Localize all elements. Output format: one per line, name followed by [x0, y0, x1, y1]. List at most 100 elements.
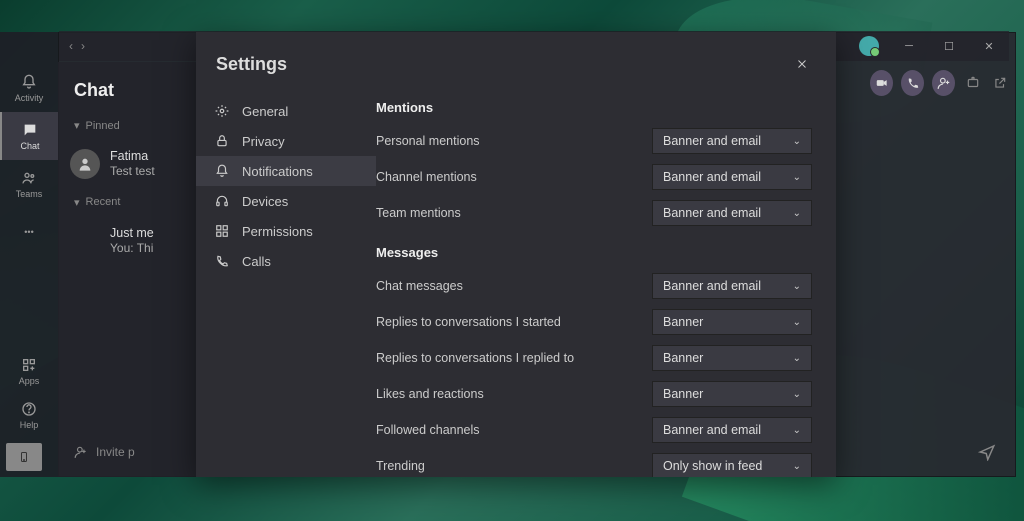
- rail-teams[interactable]: Teams: [0, 160, 58, 208]
- rail-activity-label: Activity: [15, 93, 44, 103]
- chat-entry-preview: You: Thi: [110, 241, 154, 257]
- setting-label: Likes and reactions: [376, 387, 652, 401]
- setting-label: Channel mentions: [376, 170, 652, 184]
- chevron-down-icon: ⌄: [793, 208, 801, 219]
- section-messages: Messages Chat messages Banner and email⌄…: [376, 237, 812, 477]
- close-button[interactable]: [788, 50, 816, 78]
- rail-help[interactable]: Help: [0, 393, 58, 437]
- settings-nav-privacy[interactable]: Privacy: [196, 126, 376, 156]
- rail-activity[interactable]: Activity: [0, 64, 58, 112]
- nav-forward[interactable]: ›: [81, 39, 85, 53]
- setting-label: Replies to conversations I started: [376, 315, 652, 329]
- setting-dropdown[interactable]: Banner and email⌄: [652, 164, 812, 190]
- section-mentions: Mentions Personal mentions Banner and em…: [376, 92, 812, 231]
- setting-dropdown[interactable]: Banner⌄: [652, 381, 812, 407]
- setting-label: Team mentions: [376, 206, 652, 220]
- setting-dropdown[interactable]: Banner⌄: [652, 309, 812, 335]
- rail-apps[interactable]: Apps: [0, 349, 58, 393]
- rail-more[interactable]: •••: [0, 208, 58, 256]
- rail-phone-button[interactable]: [6, 443, 42, 471]
- chevron-down-icon: ⌄: [793, 136, 801, 147]
- settings-nav-calls[interactable]: Calls: [196, 246, 376, 276]
- setting-row: Personal mentions Banner and email⌄: [376, 123, 812, 159]
- chat-entry-name: Just me: [110, 225, 154, 241]
- setting-dropdown[interactable]: Only show in feed⌄: [652, 453, 812, 477]
- chat-entry-name: Fatima: [110, 148, 155, 164]
- chat-icon: [21, 121, 39, 139]
- audio-call-button[interactable]: [901, 70, 924, 96]
- window-maximize[interactable]: ☐: [929, 32, 969, 60]
- settings-modal: Settings General Privacy Notifications D…: [196, 32, 836, 477]
- video-icon: [875, 76, 889, 90]
- setting-label: Chat messages: [376, 279, 652, 293]
- chevron-down-icon: ⌄: [793, 317, 801, 328]
- setting-dropdown[interactable]: Banner and email⌄: [652, 200, 812, 226]
- setting-row: Replies to conversations I replied to Ba…: [376, 340, 812, 376]
- person-add-icon: [937, 76, 951, 90]
- lock-icon: [214, 133, 230, 149]
- phone-icon: [214, 253, 230, 269]
- settings-nav-notifications[interactable]: Notifications: [196, 156, 376, 186]
- setting-label: Replies to conversations I replied to: [376, 351, 652, 365]
- setting-dropdown[interactable]: Banner⌄: [652, 345, 812, 371]
- chevron-down-icon: ⌄: [793, 425, 801, 436]
- phone-icon: [18, 448, 30, 466]
- section-header: Mentions: [376, 92, 812, 123]
- invite-icon: [74, 445, 88, 459]
- video-call-button[interactable]: [870, 70, 893, 96]
- setting-dropdown[interactable]: Banner and email⌄: [652, 417, 812, 443]
- app-rail: Activity Chat Teams ••• Apps Help: [0, 32, 58, 477]
- chat-entry-preview: Test test: [110, 164, 155, 180]
- setting-dropdown[interactable]: Banner and email⌄: [652, 273, 812, 299]
- window-minimize[interactable]: ─: [889, 32, 929, 60]
- setting-row: Likes and reactions Banner⌄: [376, 376, 812, 412]
- setting-row: Chat messages Banner and email⌄: [376, 268, 812, 304]
- share-icon: [966, 76, 980, 90]
- settings-content: Mentions Personal mentions Banner and em…: [376, 88, 836, 477]
- setting-row: Channel mentions Banner and email⌄: [376, 159, 812, 195]
- setting-label: Followed channels: [376, 423, 652, 437]
- chat-actions: [870, 70, 1010, 120]
- chevron-down-icon: ▾: [74, 119, 80, 132]
- section-header: Messages: [376, 237, 812, 268]
- settings-nav-permissions[interactable]: Permissions: [196, 216, 376, 246]
- chevron-down-icon: ⌄: [793, 172, 801, 183]
- share-button[interactable]: [963, 72, 982, 94]
- rail-chat-label: Chat: [20, 141, 39, 151]
- chevron-down-icon: ⌄: [793, 461, 801, 472]
- rail-teams-label: Teams: [16, 189, 43, 199]
- bell-icon: [214, 163, 230, 179]
- rail-chat[interactable]: Chat: [0, 112, 58, 160]
- chevron-down-icon: ⌄: [793, 353, 801, 364]
- setting-row: Trending Only show in feed⌄: [376, 448, 812, 477]
- settings-nav-devices[interactable]: Devices: [196, 186, 376, 216]
- setting-row: Replies to conversations I started Banne…: [376, 304, 812, 340]
- setting-label: Personal mentions: [376, 134, 652, 148]
- settings-nav-general[interactable]: General: [196, 96, 376, 126]
- chevron-down-icon: ⌄: [793, 281, 801, 292]
- avatar: [70, 226, 100, 256]
- gear-icon: [214, 103, 230, 119]
- help-icon: [20, 400, 38, 418]
- permissions-icon: [214, 223, 230, 239]
- settings-nav: General Privacy Notifications Devices Pe…: [196, 88, 376, 477]
- chevron-down-icon: ⌄: [793, 389, 801, 400]
- window-close[interactable]: ✕: [969, 32, 1009, 60]
- rail-apps-label: Apps: [19, 376, 40, 386]
- add-people-button[interactable]: [932, 70, 955, 96]
- avatar: [70, 149, 100, 179]
- bell-icon: [20, 73, 38, 91]
- setting-dropdown[interactable]: Banner and email⌄: [652, 128, 812, 154]
- send-icon: [978, 443, 996, 461]
- phone-icon: [906, 76, 920, 90]
- teams-icon: [20, 169, 38, 187]
- close-icon: [796, 58, 808, 70]
- rail-help-label: Help: [20, 420, 39, 430]
- user-avatar[interactable]: [859, 36, 879, 56]
- popout-button[interactable]: [991, 72, 1010, 94]
- more-icon: •••: [20, 223, 38, 241]
- apps-icon: [20, 356, 38, 374]
- popout-icon: [993, 76, 1007, 90]
- send-button[interactable]: [978, 443, 996, 461]
- nav-back[interactable]: ‹: [69, 39, 73, 53]
